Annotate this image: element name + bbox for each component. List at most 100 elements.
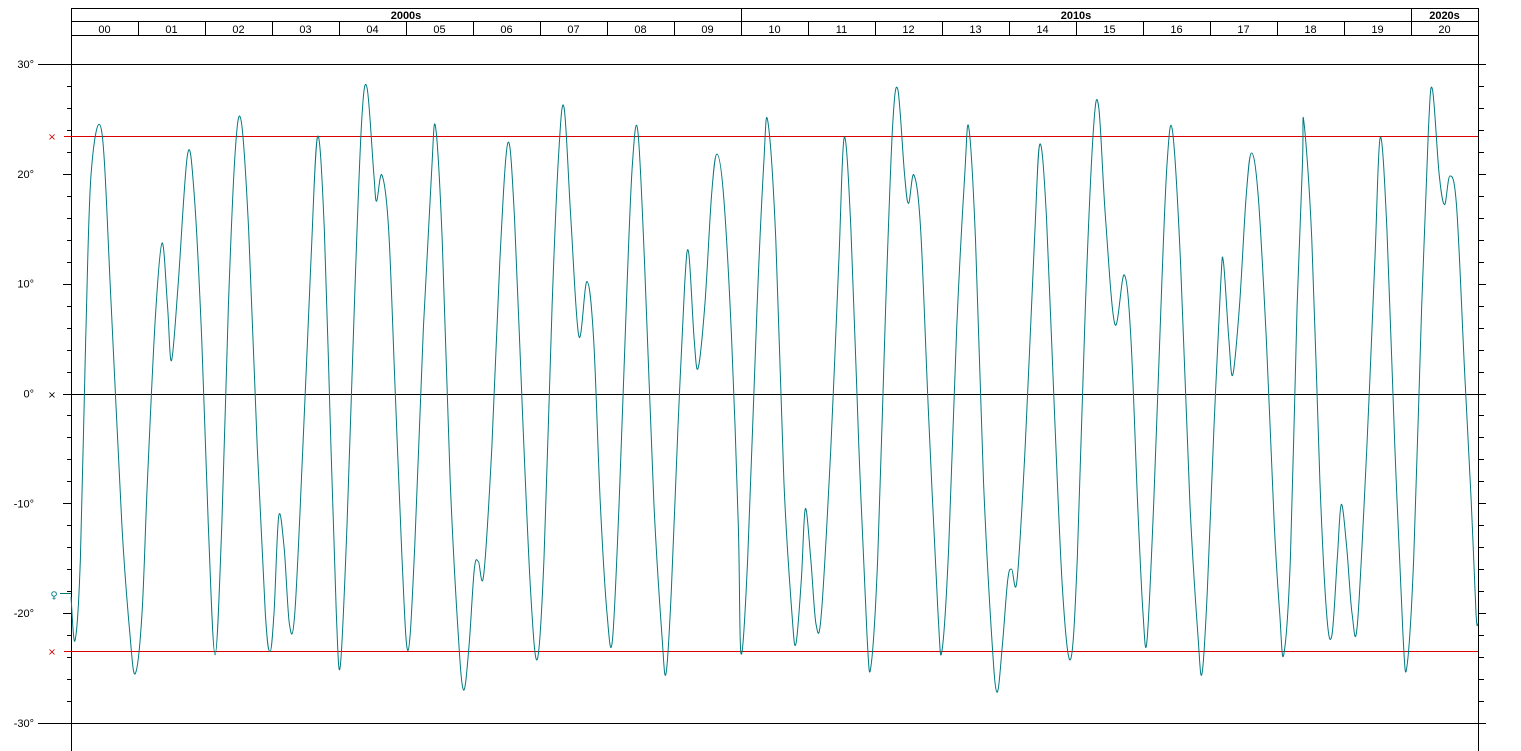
decade-label: 2010s — [1061, 10, 1092, 22]
year-label: 10 — [768, 24, 780, 36]
data-point — [1297, 305, 1298, 306]
data-point — [91, 173, 92, 174]
data-point — [235, 151, 236, 152]
data-point — [1011, 569, 1012, 570]
y-tick-label: 10° — [17, 279, 34, 291]
data-point — [698, 368, 699, 369]
decade-label: 2020s — [1429, 10, 1460, 22]
data-point — [483, 574, 484, 575]
data-point — [1124, 274, 1125, 275]
data-point — [310, 261, 311, 262]
data-point — [1002, 646, 1003, 647]
data-point — [1394, 448, 1395, 449]
data-point — [1279, 613, 1280, 614]
year-label: 13 — [969, 24, 981, 36]
data-point — [1283, 654, 1284, 655]
data-point — [908, 203, 909, 204]
data-point — [1007, 580, 1008, 581]
year-label: 08 — [634, 24, 646, 36]
data-point — [684, 283, 685, 284]
data-point — [913, 174, 914, 175]
data-point — [1346, 547, 1347, 548]
data-point — [747, 558, 748, 559]
data-point — [317, 136, 318, 137]
reference-marker: × — [48, 132, 56, 143]
year-label: 04 — [366, 24, 378, 36]
data-point — [964, 173, 965, 174]
data-point — [1025, 448, 1026, 449]
data-point — [395, 393, 396, 394]
data-point — [738, 525, 739, 526]
data-point — [928, 415, 929, 416]
year-label: 11 — [836, 24, 847, 36]
data-point — [435, 126, 436, 127]
data-point — [80, 558, 81, 559]
data-point — [111, 305, 112, 306]
data-point — [273, 613, 274, 614]
data-point — [1303, 121, 1304, 122]
data-point — [221, 525, 222, 526]
data-point — [688, 252, 689, 253]
data-point — [1386, 228, 1387, 229]
data-point — [1201, 673, 1202, 674]
data-point — [593, 338, 594, 339]
data-point — [1341, 504, 1342, 505]
data-point — [373, 173, 374, 174]
data-point — [1331, 635, 1332, 636]
data-point — [627, 283, 628, 284]
data-point — [336, 613, 337, 614]
data-point — [187, 154, 188, 155]
data-point — [1232, 374, 1233, 375]
year-label: 02 — [232, 24, 244, 36]
data-point — [269, 651, 270, 652]
data-point — [661, 635, 662, 636]
data-point — [1374, 261, 1375, 262]
data-point — [767, 121, 768, 122]
data-point — [866, 635, 867, 636]
data-point — [101, 132, 102, 133]
data-point — [302, 448, 303, 449]
year-label: 17 — [1237, 24, 1249, 36]
data-point — [178, 283, 179, 284]
data-point — [194, 195, 195, 196]
data-point — [644, 261, 645, 262]
data-point — [578, 336, 579, 337]
data-point — [474, 569, 475, 570]
year-label: 20 — [1438, 24, 1450, 36]
data-point — [810, 558, 811, 559]
data-point — [355, 283, 356, 284]
data-point — [499, 261, 500, 262]
data-point — [948, 547, 949, 548]
data-point — [442, 239, 443, 240]
data-point — [844, 137, 845, 138]
data-point — [619, 503, 620, 504]
data-point — [265, 613, 266, 614]
data-point — [671, 591, 672, 592]
data-point — [1319, 481, 1320, 482]
data-point — [1274, 525, 1275, 526]
data-point — [147, 481, 148, 482]
year-label: 06 — [500, 24, 512, 36]
data-point — [763, 162, 764, 163]
y-tick-label: 0° — [23, 389, 34, 401]
data-point — [1054, 415, 1055, 416]
data-point — [704, 305, 705, 306]
data-point — [941, 650, 942, 651]
data-point — [543, 558, 544, 559]
data-point — [376, 201, 377, 202]
data-point — [1326, 613, 1327, 614]
year-label: 01 — [165, 24, 177, 36]
data-point — [1258, 195, 1259, 196]
data-point — [129, 635, 130, 636]
data-point — [388, 228, 389, 229]
data-point — [330, 448, 331, 449]
data-point — [897, 89, 898, 90]
data-point — [1142, 613, 1143, 614]
data-point — [838, 261, 839, 262]
data-point — [423, 327, 424, 328]
data-point — [346, 525, 347, 526]
data-point — [956, 327, 957, 328]
data-point — [491, 448, 492, 449]
data-point — [468, 646, 469, 647]
data-point — [983, 481, 984, 482]
